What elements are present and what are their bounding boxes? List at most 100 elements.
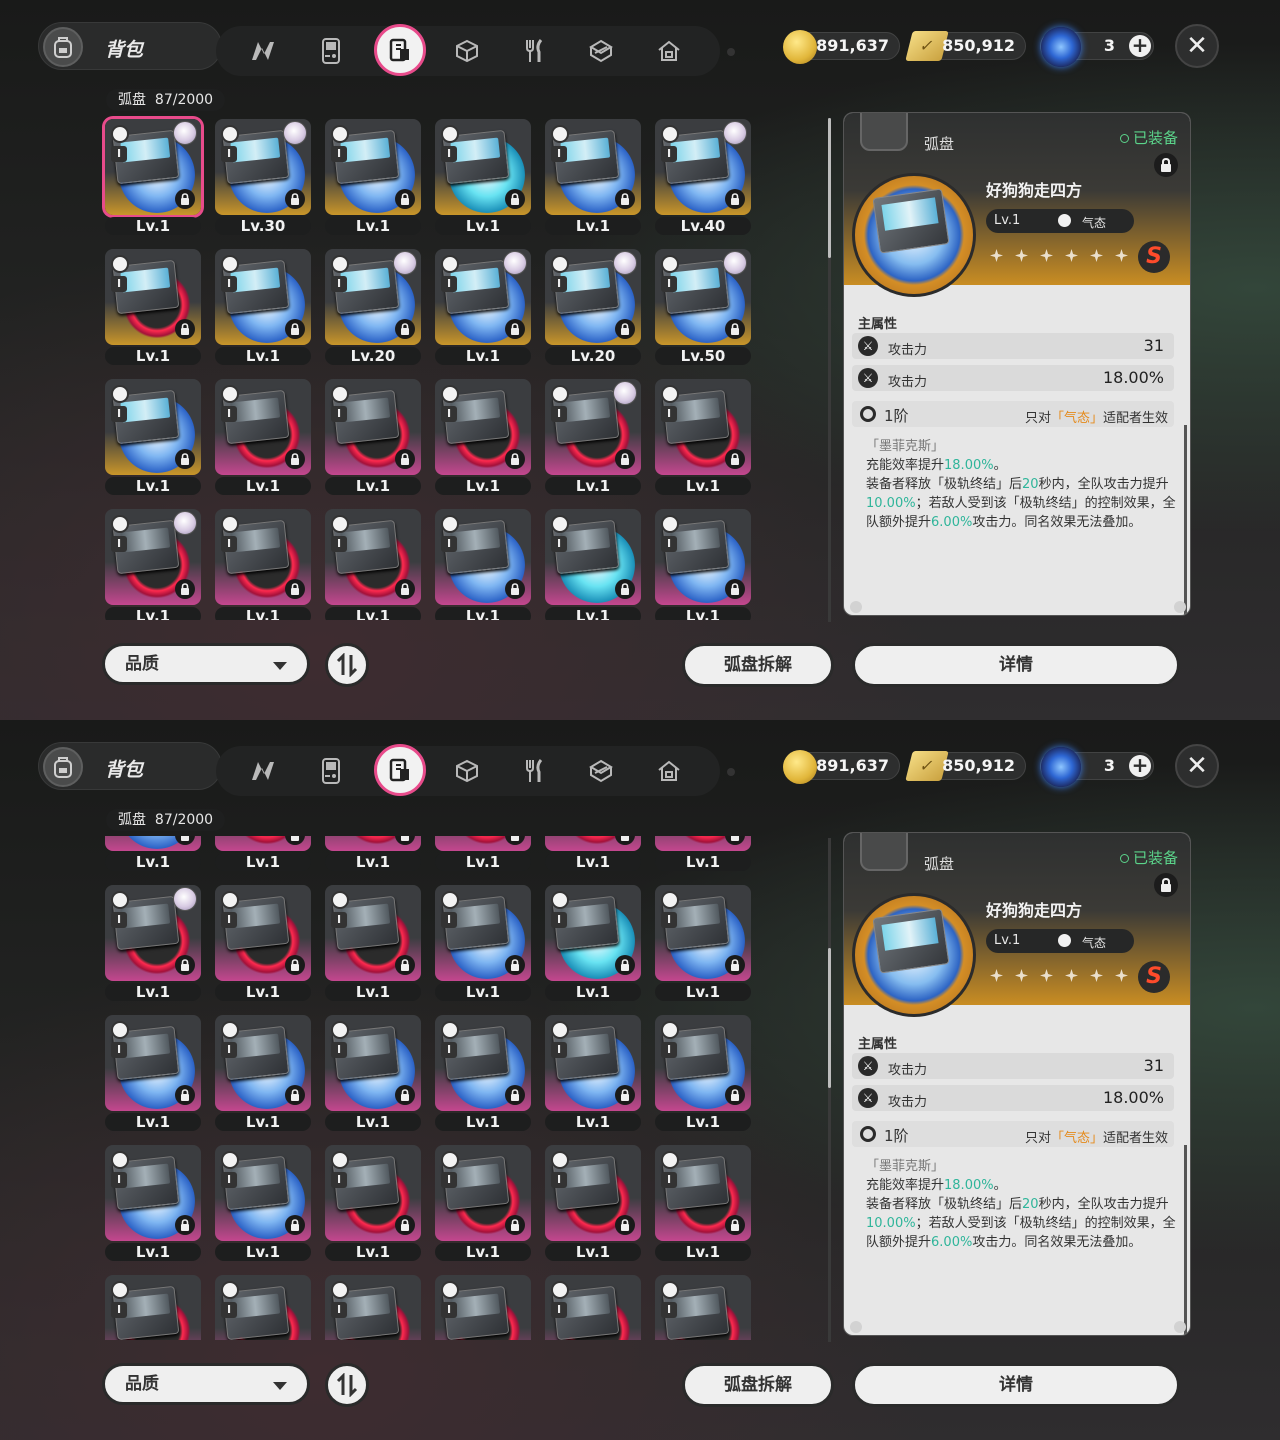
tab-house-icon[interactable] [650,32,688,70]
sort-dropdown[interactable]: 品质 [102,643,310,685]
lock-icon[interactable] [285,449,305,469]
lock-icon[interactable] [725,189,745,209]
disc-card[interactable]: I Lv.1 [432,1142,531,1261]
tab-disc-icon[interactable] [374,24,426,76]
lock-icon[interactable] [395,1085,415,1105]
disc-card[interactable]: I [322,1272,421,1340]
disc-card[interactable]: I Lv.1 [322,506,421,620]
lock-icon[interactable] [395,319,415,339]
disc-card[interactable]: I Lv.1 [102,506,201,620]
disc-card[interactable]: I Lv.1 [432,882,531,1001]
lock-icon[interactable] [615,836,635,845]
disc-card[interactable]: I Lv.1 [212,376,311,495]
lock-icon[interactable] [175,1085,195,1105]
disc-card[interactable]: I Lv.1 [432,376,531,495]
lock-icon[interactable] [175,189,195,209]
lock-icon[interactable] [175,449,195,469]
lock-icon[interactable] [175,955,195,975]
lock-icon[interactable] [615,319,635,339]
disc-card[interactable]: I Lv.1 [322,836,421,871]
disc-card[interactable]: I Lv.1 [542,882,641,1001]
tab-fork-knife-icon[interactable] [516,752,554,790]
lock-icon[interactable] [725,579,745,599]
details-button[interactable]: 详情 [852,643,1180,687]
lock-icon[interactable] [615,1085,635,1105]
tab-house-icon[interactable] [650,752,688,790]
lock-icon[interactable] [505,449,525,469]
lock-icon[interactable] [285,955,305,975]
detail-lock-icon[interactable] [1154,153,1178,177]
disc-card[interactable]: I Lv.1 [322,882,421,1001]
disc-card[interactable]: I Lv.1 [542,116,641,235]
lock-icon[interactable] [505,1215,525,1235]
disc-card[interactable]: I Lv.1 [542,1142,641,1261]
lock-icon[interactable] [285,1215,305,1235]
detail-lock-icon[interactable] [1154,873,1178,897]
disc-card[interactable]: I Lv.1 [212,1142,311,1261]
disc-card[interactable]: I Lv.1 [102,246,201,365]
disc-card[interactable]: I Lv.1 [652,1012,751,1131]
add-orb-button[interactable]: + [1129,35,1151,57]
disc-card[interactable]: I Lv.1 [102,376,201,495]
lock-icon[interactable] [725,1085,745,1105]
lock-icon[interactable] [725,449,745,469]
disc-card[interactable]: I Lv.1 [652,1142,751,1261]
lock-icon[interactable] [285,836,305,845]
lock-icon[interactable] [505,836,525,845]
lock-icon[interactable] [175,579,195,599]
disc-card[interactable]: I Lv.1 [432,246,531,365]
grid-scrollbar-thumb[interactable] [828,948,831,1088]
disc-card[interactable]: I Lv.1 [432,1012,531,1131]
lock-icon[interactable] [285,319,305,339]
disc-card[interactable]: I Lv.1 [212,246,311,365]
disc-card[interactable]: I Lv.1 [542,376,641,495]
lock-icon[interactable] [285,579,305,599]
tab-disc-icon[interactable] [374,744,426,796]
disc-card[interactable]: I Lv.1 [102,116,201,235]
disc-card[interactable]: I Lv.50 [652,246,751,365]
sort-dropdown[interactable]: 品质 [102,1363,310,1405]
grid-scrollbar[interactable] [828,118,831,622]
lock-icon[interactable] [615,955,635,975]
lock-icon[interactable] [395,1215,415,1235]
disc-card[interactable]: I Lv.20 [322,246,421,365]
tab-cube-icon[interactable] [448,32,486,70]
tab-n-logo-icon[interactable] [244,752,282,790]
dismantle-button[interactable]: 弧盘拆解 [682,643,834,687]
lock-icon[interactable] [505,1085,525,1105]
disc-card[interactable]: I Lv.1 [652,836,751,871]
disc-card[interactable]: I Lv.30 [212,116,311,235]
lock-icon[interactable] [725,836,745,845]
tab-fork-knife-icon[interactable] [516,32,554,70]
grid-scrollbar-thumb[interactable] [828,118,831,258]
detail-scrollbar[interactable] [1184,425,1187,615]
lock-icon[interactable] [395,189,415,209]
disc-card[interactable]: I Lv.1 [652,882,751,1001]
details-button[interactable]: 详情 [852,1363,1180,1407]
lock-icon[interactable] [725,319,745,339]
lock-icon[interactable] [615,1215,635,1235]
lock-icon[interactable] [725,1215,745,1235]
grid-scrollbar[interactable] [828,838,831,1342]
lock-icon[interactable] [285,189,305,209]
add-orb-button[interactable]: + [1129,755,1151,777]
disc-card[interactable]: I Lv.1 [322,116,421,235]
disc-card[interactable]: I Lv.20 [542,246,641,365]
disc-card[interactable]: I [432,1272,531,1340]
disc-card[interactable]: I Lv.1 [212,882,311,1001]
lock-icon[interactable] [505,319,525,339]
lock-icon[interactable] [615,189,635,209]
tab-gameboy-icon[interactable] [312,752,350,790]
dismantle-button[interactable]: 弧盘拆解 [682,1363,834,1407]
disc-card[interactable]: I [102,1272,201,1340]
disc-card[interactable]: I Lv.1 [652,506,751,620]
disc-card[interactable]: I Lv.1 [432,116,531,235]
disc-card[interactable]: I Lv.1 [542,506,641,620]
disc-card[interactable]: I [212,1272,311,1340]
lock-icon[interactable] [395,579,415,599]
lock-icon[interactable] [395,449,415,469]
tab-gameboy-icon[interactable] [312,32,350,70]
sort-order-button[interactable] [325,1363,369,1407]
disc-card[interactable]: I Lv.1 [322,376,421,495]
lock-icon[interactable] [175,1215,195,1235]
